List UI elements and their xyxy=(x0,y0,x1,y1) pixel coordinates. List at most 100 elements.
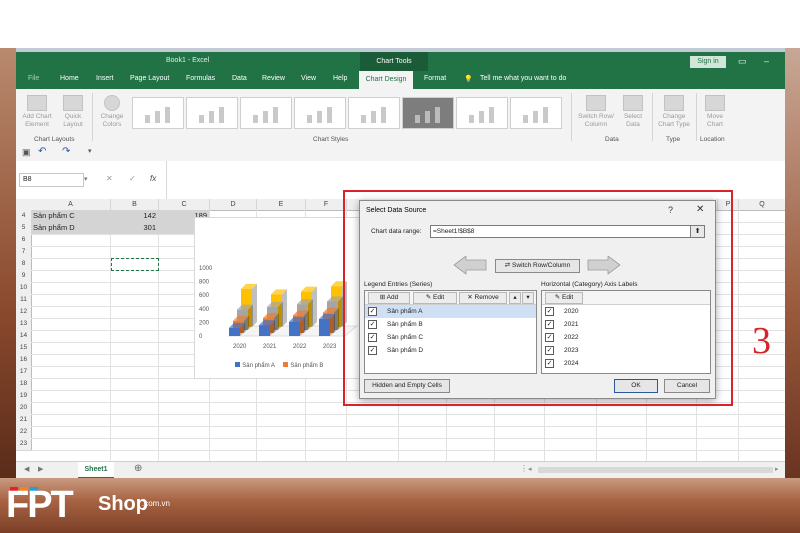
grid-line xyxy=(110,210,111,461)
sheet-next-icon[interactable]: ▶ xyxy=(38,465,43,473)
bar-front xyxy=(229,327,240,336)
fpt-shop-logo: FPT Shop .com.vn xyxy=(6,483,186,529)
sheet-options-icon[interactable]: ⋮ xyxy=(520,464,528,473)
lightbulb-icon: 💡 xyxy=(464,76,473,83)
cell-a5[interactable]: Sản phẩm D xyxy=(33,222,75,234)
desktop-background-right xyxy=(785,48,800,478)
add-sheet-icon[interactable]: ⊕ xyxy=(134,463,142,474)
chart-style-3[interactable] xyxy=(240,97,292,129)
minimize-icon[interactable]: – xyxy=(764,56,769,66)
switch-row-column-icon xyxy=(586,95,606,111)
tab-data[interactable]: Data xyxy=(232,75,247,82)
redo-icon[interactable]: ↷ xyxy=(62,146,70,157)
chart-legend: Sản phẩm A Sản phẩm B xyxy=(235,360,323,369)
sheet-tab-sheet1[interactable]: Sheet1 xyxy=(78,462,114,478)
undo-icon[interactable]: ↶ xyxy=(38,146,46,157)
move-chart-button[interactable]: Move Chart xyxy=(700,95,730,129)
save-icon[interactable]: ▣ xyxy=(22,147,31,158)
cell-b5[interactable]: 301 xyxy=(111,222,156,234)
cell-b8-marquee[interactable] xyxy=(111,258,159,271)
tab-page-layout[interactable]: Page Layout xyxy=(130,75,169,82)
column-header-d[interactable]: D xyxy=(210,199,257,211)
tell-me-search[interactable]: Tell me what you want to do xyxy=(480,75,566,82)
tab-formulas[interactable]: Formulas xyxy=(186,75,215,82)
change-chart-type-label: Change Chart Type xyxy=(658,113,690,128)
move-chart-label: Move Chart xyxy=(707,113,723,128)
bar-sản-phẩm-a[interactable] xyxy=(319,314,335,336)
bar-sản-phẩm-a[interactable] xyxy=(289,316,305,336)
tab-help[interactable]: Help xyxy=(333,75,347,82)
cancel-formula-icon[interactable]: ✕ xyxy=(106,174,113,183)
change-colors-button[interactable]: Change Colors xyxy=(96,95,128,129)
move-chart-icon xyxy=(705,95,725,111)
chart-style-5[interactable] xyxy=(348,97,400,129)
desktop-background-left xyxy=(0,48,16,478)
ribbon-separator xyxy=(696,93,697,141)
chart-style-7[interactable] xyxy=(456,97,508,129)
chart-style-8[interactable] xyxy=(510,97,562,129)
tab-insert[interactable]: Insert xyxy=(96,75,114,82)
tab-view[interactable]: View xyxy=(301,75,316,82)
grid-line xyxy=(31,438,785,439)
enter-formula-icon[interactable]: ✓ xyxy=(129,174,136,183)
sheet-prev-icon[interactable]: ◀ xyxy=(24,465,29,473)
chart-area[interactable]: 1000 800 600 400 200 0 2020 2021 2022 2023 Sản ph… xyxy=(194,217,360,379)
chart-style-6[interactable] xyxy=(402,97,454,129)
hscroll-left-icon[interactable]: ◂ xyxy=(528,465,532,473)
palette-icon xyxy=(104,95,120,111)
name-box[interactable]: B8 xyxy=(19,173,84,187)
switch-row-column-label: Switch Row/ Column xyxy=(578,113,614,128)
tab-home[interactable]: Home xyxy=(60,75,79,82)
column-header-f[interactable]: F xyxy=(306,199,347,211)
chart-style-1[interactable] xyxy=(132,97,184,129)
customize-qat-icon[interactable]: ▾ xyxy=(88,147,92,155)
red-highlight-box xyxy=(343,190,733,406)
row-header-23[interactable]: 23 xyxy=(16,438,32,451)
chart-tools-header: Chart Tools xyxy=(360,52,428,71)
logo-shop: Shop xyxy=(98,493,148,515)
chart-style-2[interactable] xyxy=(186,97,238,129)
sign-in-button[interactable]: Sign in xyxy=(690,56,726,68)
tab-format[interactable]: Format xyxy=(424,75,446,82)
switch-row-column-button[interactable]: Switch Row/ Column xyxy=(576,95,616,129)
window-title: Book1 - Excel xyxy=(166,57,210,64)
select-data-button[interactable]: Select Data xyxy=(618,95,648,129)
name-box-dropdown-icon[interactable]: ▾ xyxy=(84,175,88,183)
restore-icon[interactable]: ▭ xyxy=(738,56,747,67)
y-tick-label: 800 xyxy=(199,280,210,286)
quick-layout-label: Quick Layout xyxy=(63,113,83,128)
quick-layout-button[interactable]: Quick Layout xyxy=(58,95,88,129)
change-chart-type-button[interactable]: Change Chart Type xyxy=(656,95,692,129)
tab-chart-design[interactable]: Chart Design xyxy=(359,71,413,89)
ribbon-separator xyxy=(92,93,93,141)
insert-function-icon[interactable]: fx xyxy=(150,174,156,183)
quick-access-toolbar: ▣ ↶ ↷ ▾ xyxy=(16,145,785,162)
x-tick-label: 2023 xyxy=(323,344,337,350)
step-number: 3 xyxy=(752,320,771,362)
grid-line xyxy=(31,450,785,451)
cell-a4[interactable]: Sản phẩm C xyxy=(33,210,75,222)
ribbon-separator xyxy=(571,93,572,141)
add-chart-element-button[interactable]: Add Chart Element xyxy=(20,95,54,129)
chart-svg: 1000 800 600 400 200 0 2020 2021 2022 2023 xyxy=(199,266,359,350)
tab-file[interactable]: File xyxy=(28,75,39,82)
group-chart-layouts: Chart Layouts xyxy=(34,136,75,143)
horizontal-scrollbar[interactable] xyxy=(538,467,773,473)
column-header-e[interactable]: E xyxy=(257,199,306,211)
column-header-q[interactable]: Q xyxy=(739,199,785,211)
x-tick-label: 2021 xyxy=(263,344,277,350)
y-tick-label: 0 xyxy=(199,334,203,340)
chart-style-4[interactable] xyxy=(294,97,346,129)
bar-front xyxy=(319,319,330,336)
hscroll-right-icon[interactable]: ▸ xyxy=(775,465,779,473)
legend-label-a: Sản phẩm A xyxy=(242,363,275,369)
cell-b4[interactable]: 142 xyxy=(111,210,156,222)
y-tick-label: 400 xyxy=(199,307,210,313)
quick-layout-icon xyxy=(63,95,83,111)
add-chart-element-label: Add Chart Element xyxy=(22,113,52,128)
legend-swatch-b xyxy=(283,362,289,367)
group-data: Data xyxy=(605,136,619,143)
sheet-tab-bar: ◀ ▶ Sheet1 ⊕ ⋮ ◂ ▸ xyxy=(16,461,785,478)
select-data-icon xyxy=(623,95,643,111)
tab-review[interactable]: Review xyxy=(262,75,285,82)
